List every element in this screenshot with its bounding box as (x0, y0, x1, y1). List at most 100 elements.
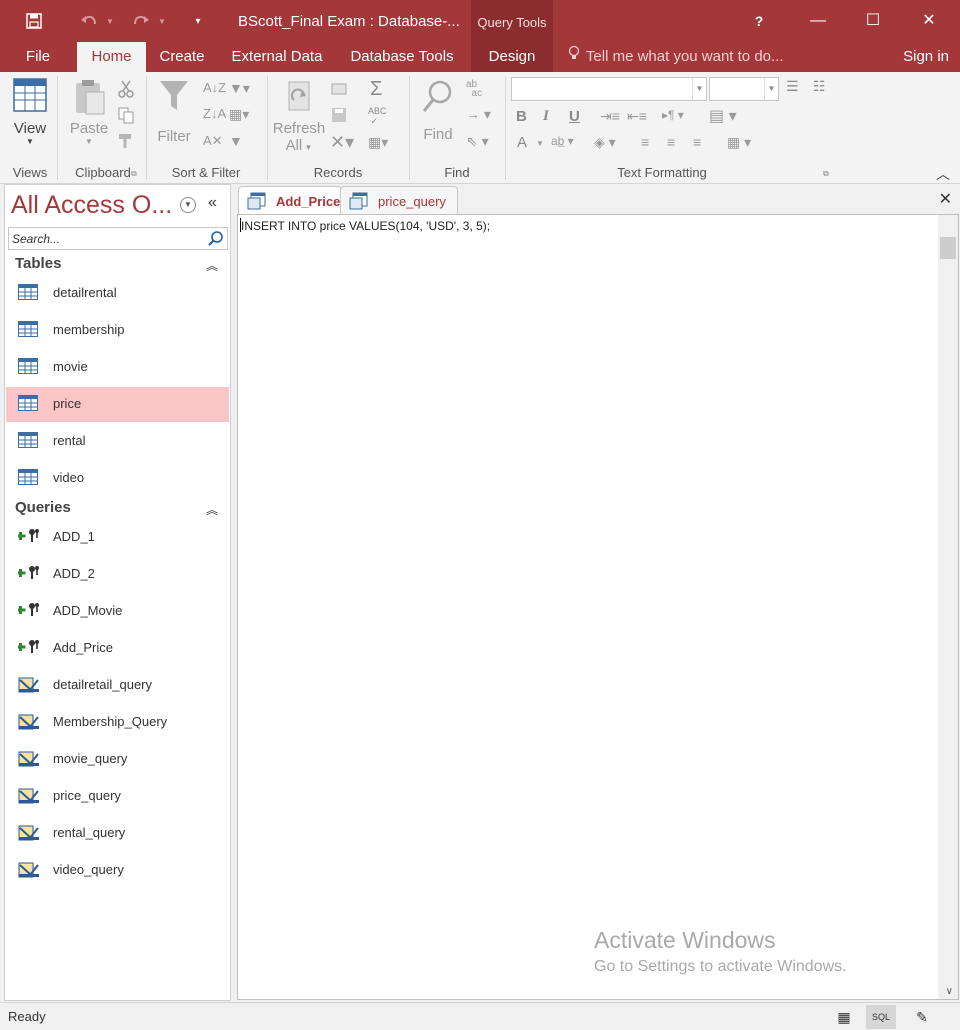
maximize-button[interactable]: ☐ (858, 8, 888, 34)
format-painter-icon[interactable] (117, 132, 135, 150)
redo-dropdown-icon[interactable]: ▼ (156, 10, 168, 32)
nav-query-item[interactable]: detailretail_query (6, 668, 229, 703)
tab-external-data[interactable]: External Data (223, 42, 331, 72)
queries-section-header[interactable]: Queries (15, 499, 71, 516)
nav-table-item[interactable]: video (6, 461, 229, 496)
advanced-filter-icon[interactable]: ▦▾ (229, 106, 249, 123)
customize-quick-access-icon[interactable]: ▾ (190, 10, 206, 32)
italic-button[interactable]: I (543, 108, 549, 125)
sql-editor[interactable]: INSERT INTO price VALUES(104, 'USD', 3, … (237, 214, 959, 1000)
clipboard-launcher-icon[interactable]: ⧉ (131, 169, 137, 179)
save-icon[interactable] (22, 10, 46, 32)
nav-menu-dropdown-icon[interactable]: ▼ (180, 197, 196, 213)
vertical-scrollbar[interactable]: ∨ (938, 215, 958, 999)
paragraph-direction-icon[interactable]: ▸¶ ▾ (662, 108, 684, 122)
alternate-row-color-icon[interactable]: ▦ ▾ (727, 134, 751, 151)
refresh-all-button[interactable]: Refresh All ▼ (272, 78, 326, 154)
nav-query-item[interactable]: movie_query (6, 742, 229, 777)
align-center-icon[interactable]: ≡ (667, 134, 675, 150)
help-button[interactable]: ? (744, 8, 774, 34)
view-button[interactable]: View ▼ (8, 78, 52, 146)
nav-table-item[interactable]: rental (6, 424, 229, 459)
design-view-button[interactable]: ✎ (907, 1005, 937, 1029)
nav-query-item[interactable]: rental_query (6, 816, 229, 851)
nav-query-item[interactable]: ADD_Movie (6, 594, 229, 629)
replace-icon[interactable]: ab ac (466, 80, 482, 99)
bold-button[interactable]: B (516, 108, 527, 125)
fill-color-icon[interactable]: ◈ ▾ (594, 134, 616, 151)
decrease-indent-icon[interactable]: ⇤≡ (627, 108, 647, 125)
nav-table-item[interactable]: membership (6, 313, 229, 348)
tell-me-box[interactable]: Tell me what you want to do... (568, 42, 784, 72)
undo-dropdown-icon[interactable]: ▼ (104, 10, 116, 32)
tab-price-query[interactable]: price_query (340, 186, 458, 214)
sort-ascending-icon[interactable]: A↓Z (203, 80, 226, 95)
paste-button[interactable]: Paste ▼ (64, 78, 114, 146)
align-left-icon[interactable]: ≡ (641, 134, 649, 150)
gridlines-icon[interactable]: ▤ ▾ (709, 106, 737, 126)
sign-in-link[interactable]: Sign in (903, 42, 949, 72)
selection-filter-icon[interactable]: ▼▾ (229, 80, 250, 97)
spelling-icon[interactable]: ABC ✓ (368, 106, 387, 126)
collapse-queries-icon[interactable]: ︽ (206, 501, 218, 518)
font-name-combo[interactable]: ▼ (511, 77, 707, 101)
text-formatting-launcher-icon[interactable]: ⧉ (823, 169, 829, 179)
tab-home[interactable]: Home (77, 42, 146, 72)
copy-icon[interactable] (117, 106, 135, 124)
tab-file[interactable]: File (16, 42, 60, 72)
nav-query-item[interactable]: price_query (6, 779, 229, 814)
shutter-bar-close-icon[interactable]: « (208, 194, 217, 212)
nav-query-item[interactable]: ADD_1 (6, 520, 229, 555)
highlight-icon[interactable]: ab̲ ▾ (551, 134, 574, 148)
sql-text[interactable]: INSERT INTO price VALUES(104, 'USD', 3, … (241, 219, 490, 233)
tab-database-tools[interactable]: Database Tools (341, 42, 463, 72)
increase-indent-icon[interactable]: ⇥≡ (600, 108, 620, 125)
nav-table-item[interactable]: detailrental (6, 276, 229, 311)
nav-pane-title[interactable]: All Access O... (11, 191, 172, 220)
toggle-filter-icon[interactable]: ▼ (229, 133, 243, 149)
filter-button[interactable]: Filter (152, 78, 196, 145)
undo-icon[interactable] (76, 10, 102, 32)
nav-query-item[interactable]: Add_Price (6, 631, 229, 666)
more-records-icon[interactable]: ▦▾ (368, 134, 388, 151)
delete-record-icon[interactable]: ✕▾ (330, 132, 354, 153)
select-icon[interactable]: ⇖ ▾ (466, 133, 489, 150)
search-icon[interactable] (207, 230, 225, 248)
minimize-button[interactable]: — (803, 8, 833, 34)
collapse-tables-icon[interactable]: ︽ (206, 257, 218, 274)
nav-table-item[interactable]: movie (6, 350, 229, 385)
nav-query-item[interactable]: video_query (6, 853, 229, 888)
nav-query-item[interactable]: Membership_Query (6, 705, 229, 740)
sql-view-button[interactable]: SQL (866, 1005, 896, 1029)
bullets-icon[interactable]: ☰ (786, 78, 799, 95)
redo-icon[interactable] (128, 10, 154, 32)
close-document-button[interactable]: ✕ (939, 189, 952, 209)
align-right-icon[interactable]: ≡ (693, 134, 701, 150)
tab-create[interactable]: Create (152, 42, 212, 72)
new-record-icon[interactable] (330, 80, 348, 98)
datasheet-view-button[interactable]: ▦ (829, 1005, 859, 1029)
goto-icon[interactable]: → ▾ (466, 106, 491, 123)
divider (146, 76, 147, 180)
sort-descending-icon[interactable]: Z↓A (203, 106, 226, 121)
scroll-thumb[interactable] (940, 237, 956, 259)
scroll-down-icon[interactable]: ∨ (946, 986, 953, 997)
tables-section-header[interactable]: Tables (15, 255, 61, 272)
cut-icon[interactable] (117, 80, 135, 98)
font-color-dropdown-icon[interactable]: ▼ (536, 139, 544, 148)
collapse-ribbon-icon[interactable]: ︿ (936, 164, 950, 184)
nav-table-item[interactable]: price (6, 387, 229, 422)
remove-sort-icon[interactable]: A✕ (203, 133, 223, 149)
find-button[interactable]: Find (415, 78, 461, 143)
nav-query-item[interactable]: ADD_2 (6, 557, 229, 592)
tab-add-price[interactable]: Add_Price (238, 186, 342, 214)
totals-icon[interactable]: Σ (370, 78, 382, 101)
numbering-icon[interactable]: ☷ (813, 78, 826, 95)
font-color-button[interactable]: A (517, 134, 527, 151)
nav-search-input[interactable]: Search... (8, 227, 228, 250)
font-size-combo[interactable]: ▼ (709, 77, 779, 101)
close-window-button[interactable]: ✕ (914, 8, 944, 34)
tab-design[interactable]: Design (471, 42, 553, 72)
underline-button[interactable]: U (569, 108, 580, 125)
save-record-icon[interactable] (330, 106, 348, 124)
